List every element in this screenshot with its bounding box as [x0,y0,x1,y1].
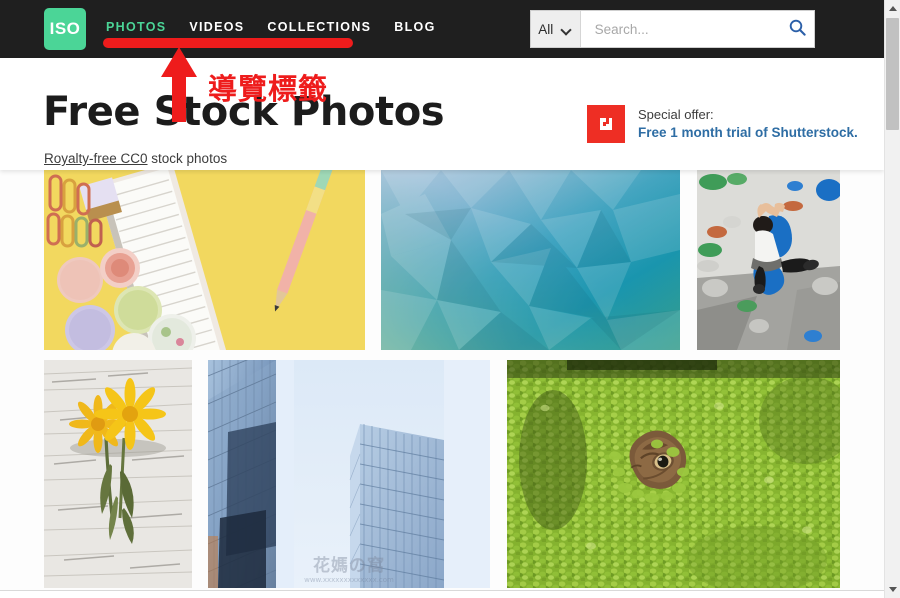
scrollbar-down-arrow[interactable] [885,581,900,598]
search-category-label: All [538,21,554,37]
chevron-up-icon [888,6,897,11]
cc0-link[interactable]: Royalty-free CC0 [44,151,148,166]
annotation-label: 導覽標籤 [208,72,329,106]
primary-nav: PHOTOS VIDEOS COLLECTIONS BLOG [106,20,436,34]
photo-rock-climber [697,170,840,350]
special-offer-text: Special offer: Free 1 month trial of Shu… [638,106,858,142]
gallery-tile-flowers[interactable] [44,360,192,588]
search-category-select[interactable]: All [531,11,581,47]
annotation-underline [103,38,353,48]
scrollbar-up-arrow[interactable] [885,0,900,17]
special-offer-banner[interactable]: Special offer: Free 1 month trial of Shu… [587,105,858,143]
search-button[interactable] [782,11,814,47]
browser-screenshot: ISO PHOTOS VIDEOS COLLECTIONS BLOG All S… [0,0,900,598]
gallery-tile-climber[interactable] [697,170,840,350]
gallery-tile-gradient[interactable] [381,170,680,350]
chevron-down-icon [562,26,572,32]
page-bottom-edge [0,590,884,598]
chevron-down-icon [888,587,897,592]
nav-item-videos[interactable]: VIDEOS [189,20,244,34]
photo-glass-buildings [208,360,490,588]
nav-item-photos[interactable]: PHOTOS [106,20,166,34]
special-offer-link[interactable]: Free 1 month trial of Shutterstock. [638,124,858,142]
page-viewport: ISO PHOTOS VIDEOS COLLECTIONS BLOG All S… [0,0,884,598]
page-subtitle: Royalty-free CC0 stock photos [44,151,227,166]
gallery-tile-buildings[interactable]: 花媽の窩 www.xxxxxxxxxxxxx.com [208,360,490,588]
annotation-arrow-icon [160,47,198,122]
search-bar: All [530,10,815,48]
special-offer-label: Special offer: [638,107,714,123]
photo-frog-duckweed [507,360,840,588]
site-logo[interactable]: ISO [44,8,86,50]
search-input[interactable] [580,11,782,47]
gallery-tile-stationery[interactable] [44,170,365,350]
site-logo-text: ISO [49,19,81,38]
photo-gradient-polygon [381,170,680,350]
search-icon [789,19,806,39]
page-subtitle-rest: stock photos [147,151,228,166]
photo-stationery-flatlay [44,170,365,350]
nav-item-collections[interactable]: COLLECTIONS [267,20,371,34]
gallery-tile-frog[interactable] [507,360,840,588]
hero-panel: Free Stock Photos Royalty-free CC0 stock… [0,58,884,170]
browser-scrollbar[interactable] [884,0,900,598]
photo-gallery: 花媽の窩 www.xxxxxxxxxxxxx.com [0,170,884,590]
shutterstock-logo-icon [587,105,625,143]
nav-item-blog[interactable]: BLOG [394,20,435,34]
site-navbar: ISO PHOTOS VIDEOS COLLECTIONS BLOG All [0,0,884,58]
photo-yellow-flowers [44,360,192,588]
scrollbar-thumb[interactable] [886,18,899,130]
